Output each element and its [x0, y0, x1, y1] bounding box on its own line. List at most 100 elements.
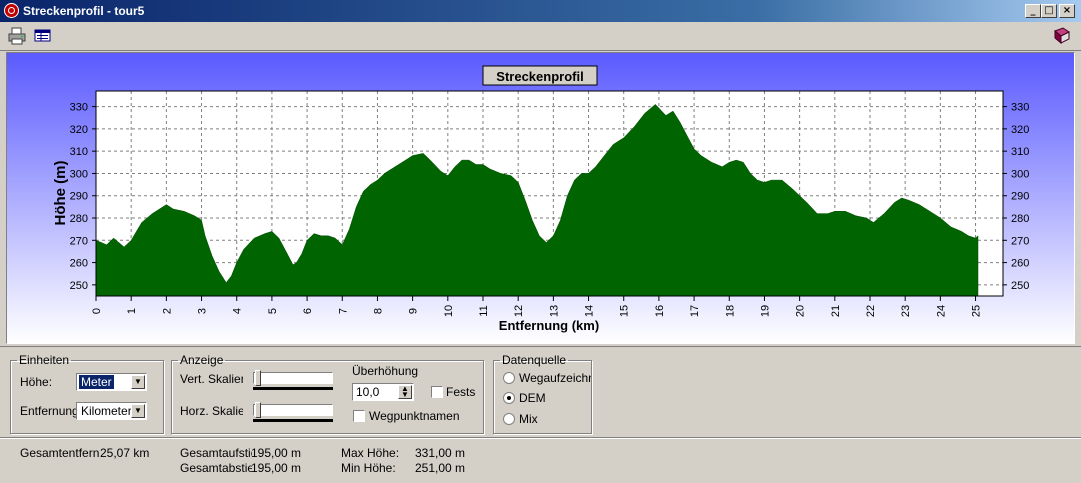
y-tick-label-left: 300 — [70, 168, 88, 180]
table-icon[interactable] — [34, 27, 52, 45]
y-tick-label-right: 280 — [1011, 213, 1029, 225]
spin-arrows-icon[interactable]: ▲ ▼ — [398, 385, 412, 399]
x-tick-label: 14 — [584, 305, 596, 317]
hoehe-select[interactable]: Meter ▼ — [76, 373, 147, 391]
festsetzen-checkbox[interactable] — [431, 386, 443, 398]
wegpunktnamen-checkbox[interactable] — [353, 410, 365, 422]
help-book-icon[interactable] — [1053, 27, 1071, 45]
x-tick-label: 15 — [619, 305, 631, 317]
x-tick-label: 8 — [372, 308, 384, 314]
datenquelle-legend: Datenquelle — [502, 353, 567, 367]
gesamtentfernung-value: 25,07 km — [100, 446, 150, 460]
slider-track — [253, 372, 333, 384]
x-tick-label: 10 — [443, 305, 455, 317]
radio-wegaufzeichnung[interactable] — [503, 372, 515, 384]
y-tick-label-right: 300 — [1011, 168, 1029, 180]
hoehe-value: Meter — [79, 375, 114, 389]
entfernung-value: Kilometer — [81, 404, 132, 418]
min-hoehe-value: 251,00 m — [415, 461, 466, 475]
y-tick-label-right: 320 — [1011, 124, 1029, 136]
anzeige-legend: Anzeige — [180, 353, 224, 367]
y-tick-label-right: 330 — [1011, 102, 1029, 114]
min-hoehe-label: Min Höhe: — [341, 461, 396, 475]
close-button[interactable]: × — [1059, 4, 1075, 18]
festsetzen-label: Festsetzen — [446, 385, 476, 399]
slider-thumb[interactable] — [255, 370, 261, 386]
ueberhoehung-spinbox[interactable]: 10,0 ▲ ▼ — [352, 383, 414, 401]
gesamtabstieg-value: 195,00 m — [251, 461, 302, 475]
x-tick-label: 3 — [197, 308, 209, 314]
y-tick-label-left: 260 — [70, 258, 88, 270]
x-tick-label: 0 — [91, 308, 103, 314]
elevation-chart: Streckenprofil 0 1 2 3 4 5 6 7 8 9 10 11 12 13 14 15 16 1… — [6, 52, 1075, 344]
chevron-down-icon[interactable]: ▼ — [131, 404, 145, 418]
y-tick-label-left: 330 — [70, 102, 88, 114]
einheiten-group: Einheiten — [10, 353, 164, 434]
x-tick-label: 7 — [337, 308, 349, 314]
horz-skalierung-slider[interactable] — [253, 400, 333, 424]
gesamtaufstieg-value: 195,00 m — [251, 446, 302, 460]
wegaufzeichnung-label: Wegaufzeichnung — [519, 371, 591, 385]
x-tick-label: 2 — [161, 308, 173, 314]
minimize-button[interactable]: _ — [1025, 4, 1041, 18]
y-tick-label-right: 270 — [1011, 235, 1029, 247]
x-tick-label: 24 — [935, 305, 947, 317]
chart-title: Streckenprofil — [496, 69, 583, 84]
x-tick-label: 6 — [302, 308, 314, 314]
chart-canvas: Streckenprofil 0 1 2 3 4 5 6 7 8 9 10 11 12 13 14 15 16 1… — [7, 53, 1074, 343]
radio-mix[interactable] — [503, 413, 515, 425]
slider-thumb[interactable] — [255, 402, 261, 418]
y-tick-label-right: 260 — [1011, 258, 1029, 270]
y-tick-label-right: 310 — [1011, 146, 1029, 158]
settings-panel: Einheiten Höhe: Meter ▼ Entfernung: Kilo… — [0, 346, 1081, 437]
x-tick-label: 4 — [232, 308, 244, 314]
title-bar[interactable]: Streckenprofil - tour5 _ □ × — [0, 0, 1081, 22]
y-tick-label-left: 320 — [70, 124, 88, 136]
vert-skalierung-slider[interactable] — [253, 368, 333, 392]
y-tick-label-left: 250 — [70, 280, 88, 292]
x-tick-label: 19 — [759, 305, 771, 317]
einheiten-legend: Einheiten — [19, 353, 70, 367]
x-tick-label: 18 — [724, 305, 736, 317]
x-tick-label: 11 — [478, 305, 490, 316]
y-tick-label-left: 310 — [70, 146, 88, 158]
window-title: Streckenprofil - tour5 — [23, 4, 145, 18]
y-tick-label-right: 290 — [1011, 191, 1029, 203]
x-tick-label: 1 — [126, 308, 138, 314]
x-tick-label: 9 — [408, 308, 420, 314]
x-tick-label: 17 — [689, 305, 701, 317]
x-tick-label: 20 — [795, 305, 807, 317]
y-tick-label-left: 270 — [70, 235, 88, 247]
gesamtentfernung-label: Gesamtentfernung: — [20, 446, 100, 460]
maximize-button[interactable]: □ — [1041, 4, 1057, 18]
max-hoehe-label: Max Höhe: — [341, 446, 400, 460]
x-tick-label: 25 — [971, 305, 983, 317]
x-tick-label: 23 — [900, 305, 912, 317]
vert-skalierung-label: Vert. Skalierung — [180, 372, 243, 386]
x-tick-label: 12 — [513, 305, 525, 317]
mix-label: Mix — [519, 412, 538, 426]
gesamtabstieg-label: Gesamtabstieg: — [180, 461, 252, 475]
slider-track — [253, 404, 333, 416]
radio-dem[interactable] — [503, 392, 515, 404]
print-icon[interactable] — [8, 27, 26, 45]
slider-base — [253, 419, 333, 422]
y-tick-label-left: 280 — [70, 213, 88, 225]
ueberhoehung-label: Überhöhung — [352, 364, 419, 378]
max-hoehe-value: 331,00 m — [415, 446, 466, 460]
entfernung-select[interactable]: Kilometer ▼ — [76, 402, 147, 420]
y-tick-label-left: 290 — [70, 191, 88, 203]
ueberhoehung-value: 10,0 — [356, 385, 380, 399]
slider-base — [253, 387, 333, 390]
toolbar — [0, 22, 1081, 51]
horz-skalierung-label: Horz. Skalierung — [180, 404, 243, 418]
wegpunktnamen-label: Wegpunktnamen — [369, 409, 460, 423]
x-tick-label: 5 — [267, 308, 279, 314]
y-tick-label-right: 250 — [1011, 280, 1029, 292]
x-tick-label: 21 — [830, 305, 842, 317]
chevron-down-icon[interactable]: ▼ — [131, 375, 145, 389]
app-icon — [4, 3, 19, 18]
hoehe-label: Höhe: — [20, 375, 53, 389]
y-axis-label: Höhe (m) — [52, 161, 69, 226]
x-axis-label: Entfernung (km) — [499, 318, 599, 333]
